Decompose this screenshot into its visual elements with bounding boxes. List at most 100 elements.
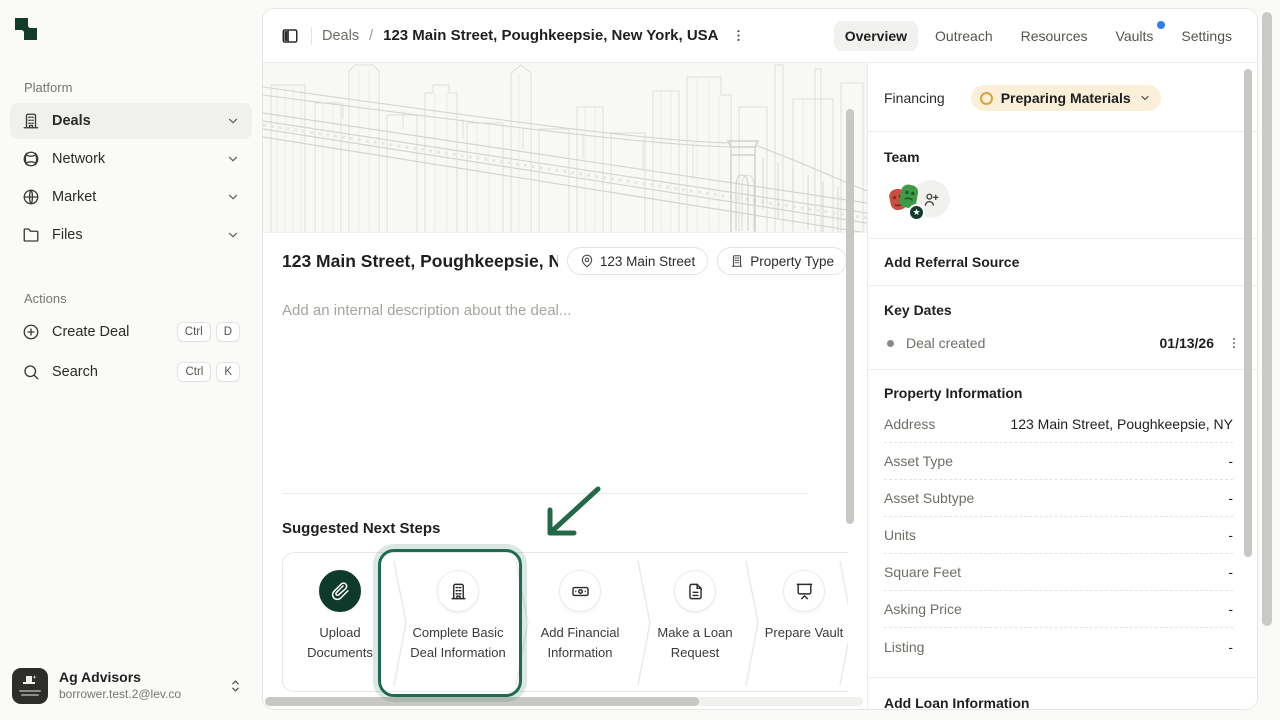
search-button[interactable]: Search Ctrl K — [10, 354, 252, 390]
plus-circle-icon — [22, 323, 40, 341]
sidebar-item-files[interactable]: Files — [10, 217, 252, 253]
paperclip-icon — [319, 570, 361, 612]
deal-title: 123 Main Street, Poughkeepsie, New York,… — [282, 251, 558, 272]
property-type-tag-label: Property Type — [750, 254, 834, 269]
building-icon — [22, 112, 40, 130]
step-upload-documents[interactable]: Upload Documents — [283, 553, 397, 691]
deal-header: Deals / 123 Main Street, Poughkeepsie, N… — [263, 9, 1257, 63]
user-account-switcher[interactable]: Ag Advisors borrower.test.2@lev.co — [10, 662, 252, 710]
sidebar-item-network[interactable]: Network — [10, 141, 252, 177]
main-horizontal-scrollbar-track[interactable] — [265, 697, 863, 706]
step-make-loan-request[interactable]: Make a Loan Request — [641, 553, 749, 691]
chevron-down-icon — [1139, 92, 1151, 104]
team-section: Team ★ — [868, 132, 1257, 239]
key-date-value: 01/13/26 — [1160, 335, 1215, 351]
breadcrumb-deals[interactable]: Deals — [322, 28, 359, 44]
step-complete-basic-deal-info[interactable]: Complete Basic Deal Information — [397, 553, 519, 691]
actions-section-label: Actions — [24, 291, 262, 306]
sidebar-item-deals[interactable]: Deals — [10, 103, 252, 139]
team-heading: Team — [884, 149, 1217, 165]
window-scrollbar[interactable] — [1262, 12, 1272, 626]
step-label: Complete Basic Deal Information — [408, 623, 508, 663]
user-avatar — [12, 668, 48, 704]
property-type-tag[interactable]: Property Type — [717, 247, 847, 275]
create-deal-button[interactable]: Create Deal Ctrl D — [10, 314, 252, 350]
chevron-down-icon — [226, 228, 240, 242]
property-info-heading: Property Information — [884, 385, 1233, 401]
address-tag[interactable]: 123 Main Street — [567, 247, 708, 275]
sidebar-item-label: Network — [52, 151, 105, 167]
create-deal-shortcut: Ctrl D — [177, 322, 240, 342]
chevron-down-icon — [226, 190, 240, 204]
description-input[interactable]: Add an internal description about the de… — [282, 302, 847, 319]
sidebar-item-label: Deals — [52, 113, 91, 129]
team-member-avatar[interactable]: ★ — [884, 180, 922, 218]
step-label: Make a Loan Request — [645, 623, 745, 663]
property-row-square-feet: Square Feet - — [884, 554, 1233, 591]
loan-info-section[interactable]: Add Loan Information — [868, 678, 1257, 709]
team-role-star-badge: ★ — [908, 204, 925, 221]
property-row-units: Units - — [884, 517, 1233, 554]
property-info-section: Property Information Address 123 Main St… — [868, 370, 1257, 678]
referral-section[interactable]: Add Referral Source — [868, 239, 1257, 286]
property-row-asking-price: Asking Price - — [884, 591, 1233, 628]
deal-details-panel: Financing Preparing Materials Team — [867, 63, 1257, 709]
financing-status-dropdown[interactable]: Preparing Materials — [971, 85, 1161, 111]
user-email: borrower.test.2@lev.co — [59, 686, 181, 703]
key-date-label: Deal created — [906, 335, 985, 351]
app-logo-icon[interactable] — [12, 16, 262, 44]
deal-cover-illustration — [263, 63, 867, 233]
add-referral-source-heading: Add Referral Source — [884, 254, 1217, 270]
step-add-financial-info[interactable]: Add Financial Information — [519, 553, 641, 691]
search-shortcut: Ctrl K — [177, 362, 240, 382]
presentation-icon — [783, 570, 825, 612]
step-prepare-vault[interactable]: Prepare Vault — [749, 553, 848, 691]
tab-outreach[interactable]: Outreach — [924, 21, 1004, 51]
address-tag-label: 123 Main Street — [600, 254, 695, 269]
step-label: Add Financial Information — [530, 623, 630, 663]
map-pin-icon — [580, 254, 594, 268]
deal-menu-kebab-icon[interactable] — [729, 26, 748, 45]
building-icon — [730, 254, 744, 268]
header-divider — [311, 27, 312, 45]
property-row-listing: Listing - — [884, 628, 1233, 665]
section-divider — [282, 493, 807, 494]
panel-vertical-scrollbar[interactable] — [1244, 69, 1252, 557]
sidebar-item-market[interactable]: Market — [10, 179, 252, 215]
add-loan-information-heading: Add Loan Information — [884, 695, 1217, 709]
property-row-asset-subtype: Asset Subtype - — [884, 480, 1233, 517]
main-horizontal-scrollbar-thumb[interactable] — [265, 697, 699, 706]
tab-resources[interactable]: Resources — [1010, 21, 1099, 51]
folder-icon — [22, 226, 40, 244]
tab-overview[interactable]: Overview — [834, 21, 918, 51]
deal-tabs: Overview Outreach Resources Vaults Setti… — [834, 21, 1243, 51]
financing-label: Financing — [884, 90, 945, 106]
search-label: Search — [52, 364, 98, 380]
deal-main-column: 123 Main Street, Poughkeepsie, New York,… — [263, 63, 867, 709]
kbd-key: Ctrl — [177, 362, 211, 382]
breadcrumb-current-deal: 123 Main Street, Poughkeepsie, New York,… — [383, 27, 718, 44]
deal-content: 123 Main Street, Poughkeepsie, New York,… — [263, 233, 867, 709]
status-ring-icon — [980, 92, 993, 105]
sidebar-item-label: Files — [52, 227, 83, 243]
step-label: Upload Documents — [290, 623, 390, 663]
tab-settings[interactable]: Settings — [1170, 21, 1243, 51]
property-row-asset-type: Asset Type - — [884, 443, 1233, 480]
user-name: Ag Advisors — [59, 669, 181, 686]
search-icon — [22, 363, 40, 381]
chevron-down-icon — [226, 152, 240, 166]
next-steps-heading: Suggested Next Steps — [282, 520, 847, 537]
key-dates-heading: Key Dates — [884, 302, 1241, 318]
financing-status-text: Preparing Materials — [1001, 90, 1131, 106]
main-vertical-scrollbar[interactable] — [846, 109, 854, 524]
platform-section-label: Platform — [24, 80, 262, 95]
file-text-icon — [674, 570, 716, 612]
breadcrumb-separator: / — [369, 28, 373, 44]
tab-vaults[interactable]: Vaults — [1105, 21, 1165, 51]
globe-icon — [22, 188, 40, 206]
sidebar-toggle-icon[interactable] — [279, 25, 301, 47]
sidebar-item-label: Market — [52, 189, 96, 205]
key-date-kebab-icon[interactable] — [1227, 336, 1241, 350]
vaults-notification-dot — [1157, 21, 1165, 29]
sidebar: Platform Deals Network Market Files — [0, 0, 262, 720]
